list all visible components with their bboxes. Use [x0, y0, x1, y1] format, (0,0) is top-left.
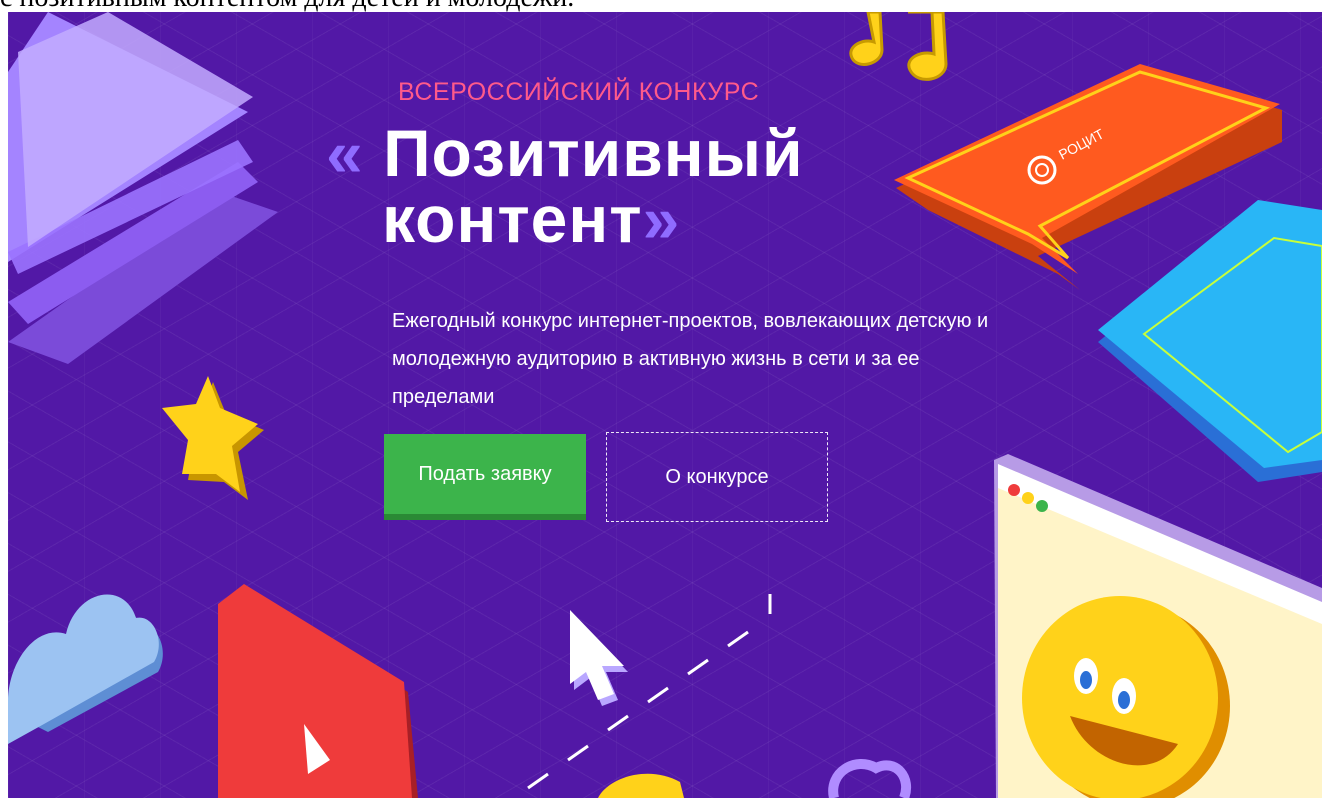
- star-icon: [162, 376, 264, 500]
- hero-banner: РОЦИТ ВСЕРОССИЙСКИЙ КОНКУРС « Позитивный…: [8, 12, 1322, 798]
- apply-button[interactable]: Подать заявку: [384, 434, 586, 520]
- title-line-1: « Позитивный: [326, 120, 804, 186]
- tablet-graphic: [1098, 200, 1322, 482]
- loop-shape: [828, 759, 911, 798]
- title-word-2: контент: [382, 182, 643, 256]
- cloud-icon: [8, 594, 163, 744]
- title-word-1: Позитивный: [383, 116, 804, 190]
- contest-eyebrow: ВСЕРОССИЙСКИЙ КОНКУРС: [398, 78, 760, 106]
- close-quote: »: [642, 182, 681, 256]
- music-note-icon: [849, 12, 948, 81]
- layers-stack-graphic: [8, 12, 278, 364]
- about-contest-button[interactable]: О конкурсе: [606, 432, 828, 522]
- cursor-icon: [570, 610, 628, 706]
- top-strip-text: с позитивным контентом для детей и молод…: [0, 0, 574, 12]
- open-quote: «: [326, 116, 364, 190]
- page-title: « Позитивный контент»: [326, 120, 804, 252]
- title-line-2: контент»: [326, 186, 804, 252]
- top-strip: с позитивным контентом для детей и молод…: [0, 0, 1322, 12]
- contest-description: Ежегодный конкурс интернет-проектов, вов…: [392, 310, 989, 408]
- dashed-trail: [527, 594, 772, 790]
- yellow-shape: [598, 773, 684, 798]
